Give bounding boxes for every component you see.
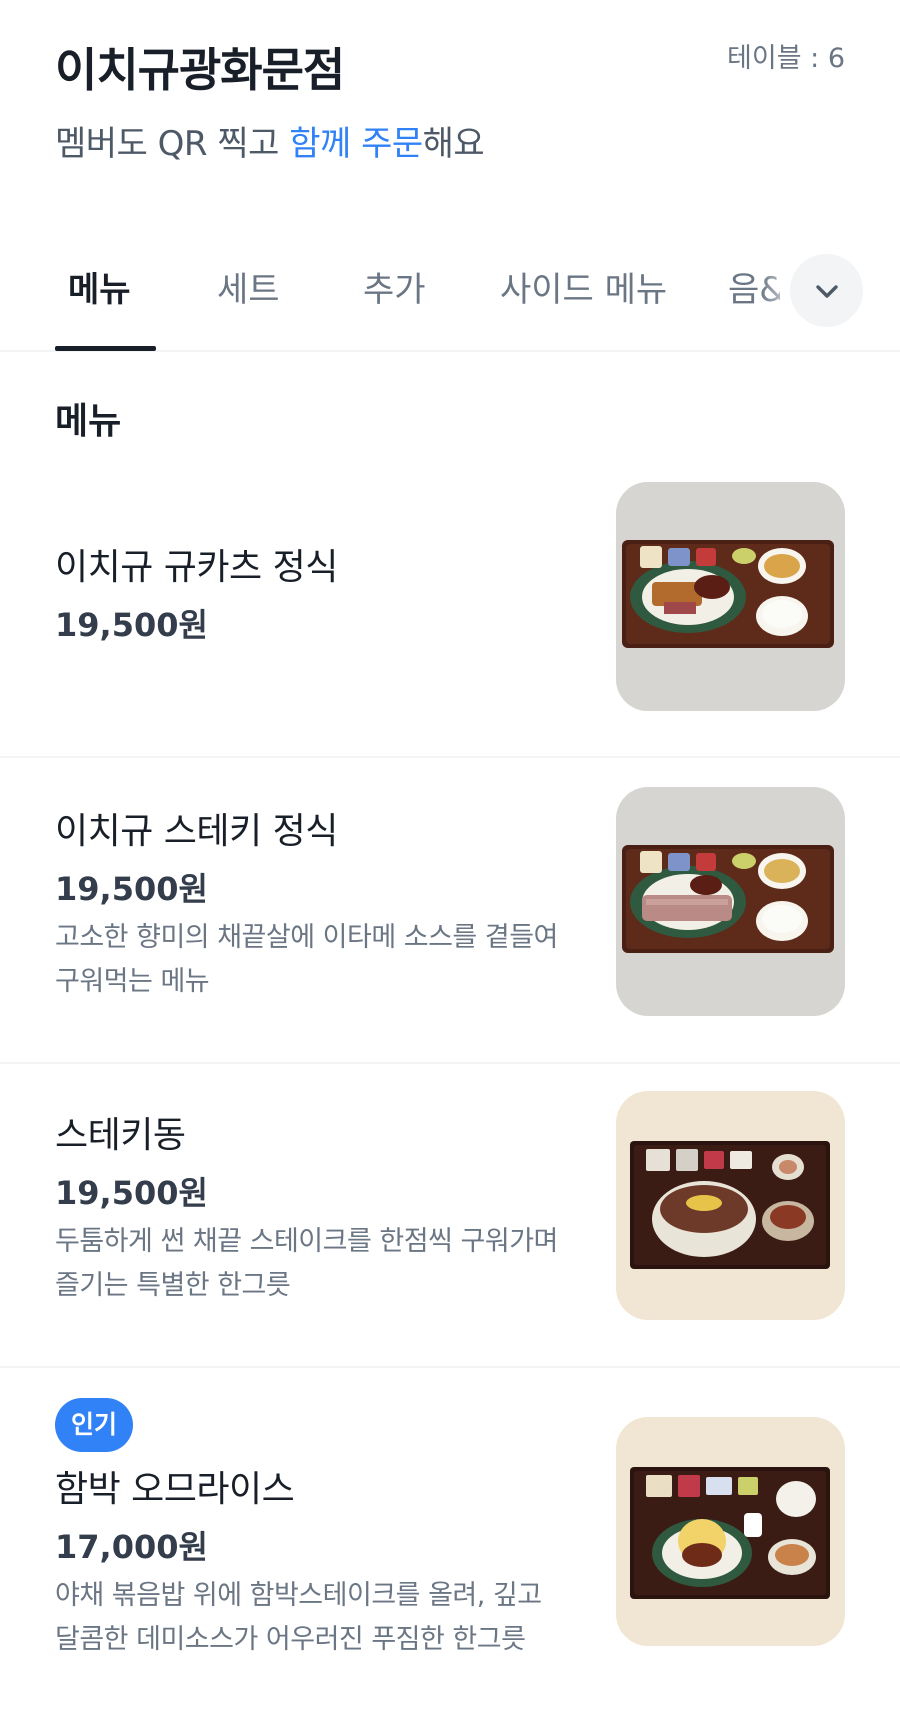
category-tabs: 메뉴 세트 추가 사이드 메뉴 음& (0, 240, 900, 352)
menu-item-steak-don[interactable]: 스테키동 19,500원 두툼하게 썬 채끝 스테이크를 한점씩 구워가며 즐기… (0, 1064, 900, 1366)
steak-set-photo (616, 787, 845, 1016)
subtitle: 멤버도 QR 찍고 함께 주문해요 (55, 116, 485, 165)
item-description: 고소한 향미의 채끝살에 이타메 소스를 곁들여 구워먹는 메뉴 (55, 916, 595, 1004)
tab-set[interactable]: 세트 (217, 262, 280, 311)
chevron-down-icon (815, 284, 838, 298)
hambak-omurice-photo (616, 1417, 845, 1646)
menu-item-hambak-omurice[interactable]: 인기 함박 오므라이스 17,000원 야채 볶음밥 위에 함박스테이크를 올려… (0, 1368, 900, 1712)
subtitle-suffix: 해요 (422, 124, 485, 164)
item-description: 야채 볶음밥 위에 함박스테이크를 올려, 깊고 달콤한 데미소스가 어우러진 … (55, 1574, 595, 1662)
tab-menu[interactable]: 메뉴 (68, 262, 131, 311)
menu-item-gyukatsu-set[interactable]: 이치규 규카츠 정식 19,500원 (0, 460, 900, 756)
item-description-line: 야채 볶음밥 위에 함박스테이크를 올려, 깊고 (55, 1580, 542, 1611)
tab-expand-button[interactable] (790, 254, 863, 327)
item-description: 두툼하게 썬 채끝 스테이크를 한점씩 구워가며 즐기는 특별한 한그릇 (55, 1220, 595, 1308)
item-description-line: 달콤한 데미소스가 어우러진 푸짐한 한그릇 (55, 1624, 526, 1655)
subtitle-prefix: 멤버도 QR 찍고 (55, 124, 290, 164)
active-tab-indicator (55, 346, 156, 351)
item-price: 19,500원 (55, 870, 208, 908)
item-name: 이치규 규카츠 정식 (55, 547, 338, 588)
tab-add[interactable]: 추가 (363, 262, 426, 311)
item-name: 이치규 스테키 정식 (55, 811, 338, 852)
item-description-line: 두툼하게 썬 채끝 스테이크를 한점씩 구워가며 (55, 1226, 558, 1257)
item-name: 함박 오므라이스 (55, 1469, 295, 1510)
item-price: 17,000원 (55, 1528, 208, 1566)
gyukatsu-set-photo (616, 482, 845, 711)
subtitle-highlight[interactable]: 함께 주문 (289, 124, 423, 164)
steak-don-photo (616, 1091, 845, 1320)
popular-badge: 인기 (55, 1398, 134, 1452)
menu-item-steak-set[interactable]: 이치규 스테키 정식 19,500원 고소한 향미의 채끝살에 이타메 소스를 … (0, 758, 900, 1062)
item-description-line: 구워먹는 메뉴 (55, 966, 210, 997)
item-description-line: 즐기는 특별한 한그릇 (55, 1270, 291, 1301)
store-name: 이치규광화문점 (55, 43, 345, 97)
section-title: 메뉴 (55, 401, 122, 442)
item-price: 19,500원 (55, 606, 208, 644)
item-name: 스테키동 (55, 1115, 186, 1156)
tab-side-menu[interactable]: 사이드 메뉴 (500, 262, 667, 311)
menu-page: 이치규광화문점 테이블 : 6 멤버도 QR 찍고 함께 주문해요 메뉴 세트 … (0, 0, 900, 1712)
item-description-line: 고소한 향미의 채끝살에 이타메 소스를 곁들여 (55, 922, 558, 953)
table-number: 테이블 : 6 (727, 43, 845, 74)
item-price: 19,500원 (55, 1174, 208, 1212)
